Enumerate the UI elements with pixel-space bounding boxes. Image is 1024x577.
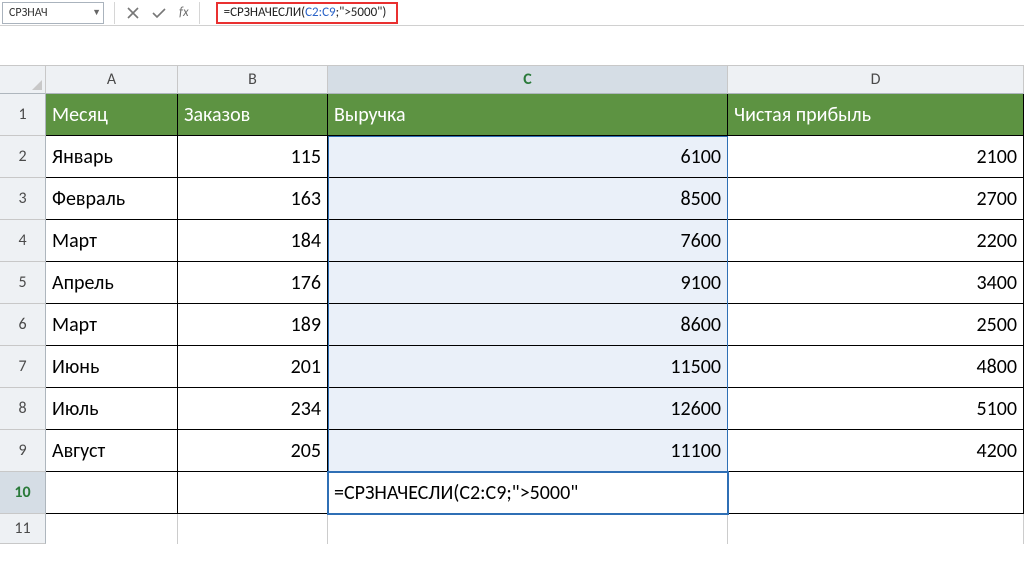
row-4: 4 Март 184 7600 2200 bbox=[0, 220, 1024, 262]
column-header-row: A B C D bbox=[0, 66, 1024, 94]
formula-text-range: C2:C9 bbox=[305, 5, 336, 20]
cell-D5[interactable]: 3400 bbox=[728, 262, 1024, 304]
row-header-9[interactable]: 9 bbox=[0, 430, 46, 472]
formula-bar: СРЗНАЧ ▼ fx =СРЗНАЧЕСЛИ(C2:C9;">5000") bbox=[0, 0, 1024, 26]
cell-B5[interactable]: 176 bbox=[178, 262, 328, 304]
cell-A7[interactable]: Июнь bbox=[46, 346, 178, 388]
row-header-1[interactable]: 1 bbox=[0, 94, 46, 136]
cell-D11[interactable] bbox=[728, 514, 1024, 544]
formula-bar-buttons: fx bbox=[125, 5, 189, 21]
row-2: 2 Январь 115 6100 2100 bbox=[0, 136, 1024, 178]
name-box[interactable]: СРЗНАЧ ▼ bbox=[2, 2, 104, 24]
cell-A8[interactable]: Июль bbox=[46, 388, 178, 430]
col-header-A[interactable]: A bbox=[46, 66, 178, 94]
cell-D1[interactable]: Чистая прибыль bbox=[728, 94, 1024, 136]
name-box-value: СРЗНАЧ bbox=[9, 6, 48, 20]
spreadsheet-grid[interactable]: A B C D 1 Месяц Заказов Выручка Чистая п… bbox=[0, 66, 1024, 544]
row-10: 10 =СРЗНАЧЕСЛИ(C2:C9;">5000" bbox=[0, 472, 1024, 514]
cell-A5[interactable]: Апрель bbox=[46, 262, 178, 304]
row-header-7[interactable]: 7 bbox=[0, 346, 46, 388]
name-box-dropdown-icon[interactable]: ▼ bbox=[92, 7, 101, 18]
cell-B9[interactable]: 205 bbox=[178, 430, 328, 472]
row-header-2[interactable]: 2 bbox=[0, 136, 46, 178]
row-9: 9 Август 205 11100 4200 bbox=[0, 430, 1024, 472]
row-header-4[interactable]: 4 bbox=[0, 220, 46, 262]
formula-text-suffix: ;">5000") bbox=[336, 5, 387, 20]
row-header-5[interactable]: 5 bbox=[0, 262, 46, 304]
row-header-10[interactable]: 10 bbox=[0, 472, 46, 514]
cell-D8[interactable]: 5100 bbox=[728, 388, 1024, 430]
row-1: 1 Месяц Заказов Выручка Чистая прибыль bbox=[0, 94, 1024, 136]
col-header-B[interactable]: B bbox=[178, 66, 328, 94]
cell-C3[interactable]: 8500 bbox=[328, 178, 728, 220]
cell-A9[interactable]: Август bbox=[46, 430, 178, 472]
cell-B6[interactable]: 189 bbox=[178, 304, 328, 346]
row-header-3[interactable]: 3 bbox=[0, 178, 46, 220]
cell-C6[interactable]: 8600 bbox=[328, 304, 728, 346]
cell-D3[interactable]: 2700 bbox=[728, 178, 1024, 220]
cell-A2[interactable]: Январь bbox=[46, 136, 178, 178]
cell-A10[interactable] bbox=[46, 472, 178, 514]
cell-C8[interactable]: 12600 bbox=[328, 388, 728, 430]
cell-B10[interactable] bbox=[178, 472, 328, 514]
cell-D2[interactable]: 2100 bbox=[728, 136, 1024, 178]
cancel-icon[interactable] bbox=[125, 5, 141, 21]
row-8: 8 Июль 234 12600 5100 bbox=[0, 388, 1024, 430]
formula-input[interactable]: =СРЗНАЧЕСЛИ(C2:C9;">5000") bbox=[216, 2, 398, 24]
row-5: 5 Апрель 176 9100 3400 bbox=[0, 262, 1024, 304]
active-cell-formula: =СРЗНАЧЕСЛИ(C2:C9;">5000" bbox=[334, 481, 578, 505]
formula-input-wrap: =СРЗНАЧЕСЛИ(C2:C9;">5000") bbox=[216, 2, 398, 24]
formula-text-prefix: =СРЗНАЧЕСЛИ( bbox=[224, 5, 306, 20]
cell-B1[interactable]: Заказов bbox=[178, 94, 328, 136]
cell-C9[interactable]: 11100 bbox=[328, 430, 728, 472]
cell-C7[interactable]: 11500 bbox=[328, 346, 728, 388]
cell-A1[interactable]: Месяц bbox=[46, 94, 178, 136]
fx-icon[interactable]: fx bbox=[179, 5, 189, 20]
cell-C1[interactable]: Выручка bbox=[328, 94, 728, 136]
row-header-11[interactable]: 11 bbox=[0, 514, 46, 544]
cell-B7[interactable]: 201 bbox=[178, 346, 328, 388]
cell-B11[interactable] bbox=[178, 514, 328, 544]
cell-B4[interactable]: 184 bbox=[178, 220, 328, 262]
row-6: 6 Март 189 8600 2500 bbox=[0, 304, 1024, 346]
row-header-6[interactable]: 6 bbox=[0, 304, 46, 346]
separator bbox=[114, 2, 115, 24]
cell-C5[interactable]: 9100 bbox=[328, 262, 728, 304]
separator bbox=[199, 2, 200, 24]
col-header-C[interactable]: C bbox=[328, 66, 728, 94]
row-7: 7 Июнь 201 11500 4800 bbox=[0, 346, 1024, 388]
cell-D10[interactable] bbox=[728, 472, 1024, 514]
cell-A6[interactable]: Март bbox=[46, 304, 178, 346]
cell-A3[interactable]: Февраль bbox=[46, 178, 178, 220]
col-header-D[interactable]: D bbox=[728, 66, 1024, 94]
enter-icon[interactable] bbox=[151, 5, 167, 21]
cell-C4[interactable]: 7600 bbox=[328, 220, 728, 262]
cell-A11[interactable] bbox=[46, 514, 178, 544]
select-all-corner[interactable] bbox=[0, 66, 46, 94]
cell-D7[interactable]: 4800 bbox=[728, 346, 1024, 388]
cell-D6[interactable]: 2500 bbox=[728, 304, 1024, 346]
row-header-8[interactable]: 8 bbox=[0, 388, 46, 430]
cell-A4[interactable]: Март bbox=[46, 220, 178, 262]
cell-C2[interactable]: 6100 bbox=[328, 136, 728, 178]
cell-D9[interactable]: 4200 bbox=[728, 430, 1024, 472]
cell-C11[interactable] bbox=[328, 514, 728, 544]
cell-D4[interactable]: 2200 bbox=[728, 220, 1024, 262]
row-11: 11 bbox=[0, 514, 1024, 544]
row-3: 3 Февраль 163 8500 2700 bbox=[0, 178, 1024, 220]
cell-C10-active[interactable]: =СРЗНАЧЕСЛИ(C2:C9;">5000" bbox=[328, 472, 728, 514]
cell-B3[interactable]: 163 bbox=[178, 178, 328, 220]
cell-B2[interactable]: 115 bbox=[178, 136, 328, 178]
ribbon-spacer bbox=[0, 26, 1024, 66]
cell-B8[interactable]: 234 bbox=[178, 388, 328, 430]
